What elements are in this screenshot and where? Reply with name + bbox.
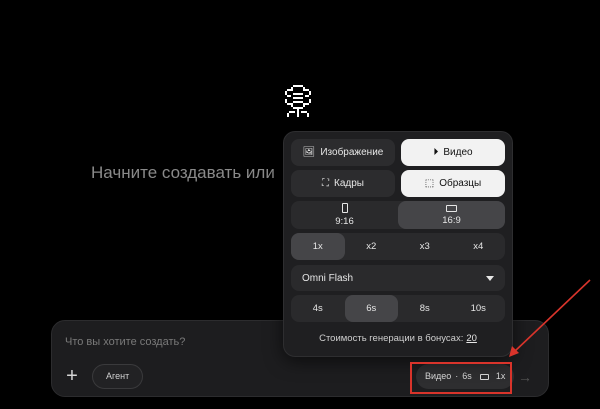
add-button[interactable]: + (64, 366, 80, 386)
landscape-ratio-icon (446, 204, 457, 212)
mode-tabs: 🖼 Изображение ⏵ Видео (291, 139, 505, 166)
tab-video-label: Видео (443, 147, 473, 158)
tab-video[interactable]: ⏵ Видео (401, 139, 505, 166)
prompt-input[interactable]: Что вы хотите создать? (65, 336, 185, 348)
ratio-9-16[interactable]: 9:16 (291, 201, 398, 229)
model-select-value: Omni Flash (302, 272, 354, 284)
settings-duration: 6s (462, 371, 472, 381)
generation-cost: Стоимость генерации в бонусах: 20 (284, 333, 512, 344)
generation-settings-button[interactable]: Видео · 6s 1x (416, 364, 515, 389)
aspect-ratio-selector: 9:16 16:9 (291, 201, 505, 229)
cost-label: Стоимость генерации в бонусах: (319, 333, 464, 344)
input-tabs: ⛶ Кадры ⬚ Образцы (291, 170, 505, 197)
ratio-16-9-label: 16:9 (442, 214, 461, 226)
model-select[interactable]: Omni Flash (291, 265, 505, 291)
caret-down-icon (486, 275, 494, 281)
duration-6s[interactable]: 6s (344, 295, 398, 322)
tab-frames-label: Кадры (334, 178, 364, 189)
separator-dot: · (455, 371, 459, 381)
aspect-ratio-icon (479, 373, 489, 380)
play-circle-icon: ⏵ (433, 147, 439, 158)
generation-settings-panel: 🖼 Изображение ⏵ Видео ⛶ Кадры ⬚ Образцы … (283, 131, 513, 357)
headline: Начните создавать или (91, 163, 275, 182)
count-x4[interactable]: x4 (452, 233, 506, 260)
arrow-right-icon: → (518, 369, 532, 385)
duration-8s[interactable]: 8s (398, 295, 452, 322)
count-x2[interactable]: x2 (345, 233, 399, 260)
duration-selector: 4s 6s 8s 10s (291, 295, 505, 322)
settings-mode: Видео (425, 371, 452, 381)
tab-samples-label: Образцы (439, 178, 482, 189)
count-selector: 1x x2 x3 x4 (291, 233, 505, 260)
ratio-9-16-label: 9:16 (335, 216, 354, 227)
duration-4s[interactable]: 4s (291, 295, 345, 322)
count-1x[interactable]: 1x (291, 233, 345, 260)
logo-icon (279, 85, 317, 133)
tab-image-label: Изображение (320, 147, 384, 158)
sticker-icon: ⬚ (424, 178, 435, 189)
plus-icon: + (66, 365, 78, 387)
tab-image[interactable]: 🖼 Изображение (291, 139, 395, 166)
tab-frames[interactable]: ⛶ Кадры (291, 170, 395, 197)
count-x3[interactable]: x3 (398, 233, 452, 260)
agent-button[interactable]: Агент (92, 364, 144, 389)
send-button[interactable]: → (514, 366, 536, 388)
settings-multiplier: 1x (495, 371, 506, 381)
portrait-ratio-icon (341, 203, 348, 213)
crop-icon: ⛶ (322, 178, 329, 189)
cost-value: 20 (466, 333, 477, 344)
ratio-16-9[interactable]: 16:9 (398, 201, 505, 229)
image-icon: 🖼 (302, 147, 316, 158)
tab-samples[interactable]: ⬚ Образцы (401, 170, 505, 197)
duration-10s[interactable]: 10s (452, 295, 506, 322)
